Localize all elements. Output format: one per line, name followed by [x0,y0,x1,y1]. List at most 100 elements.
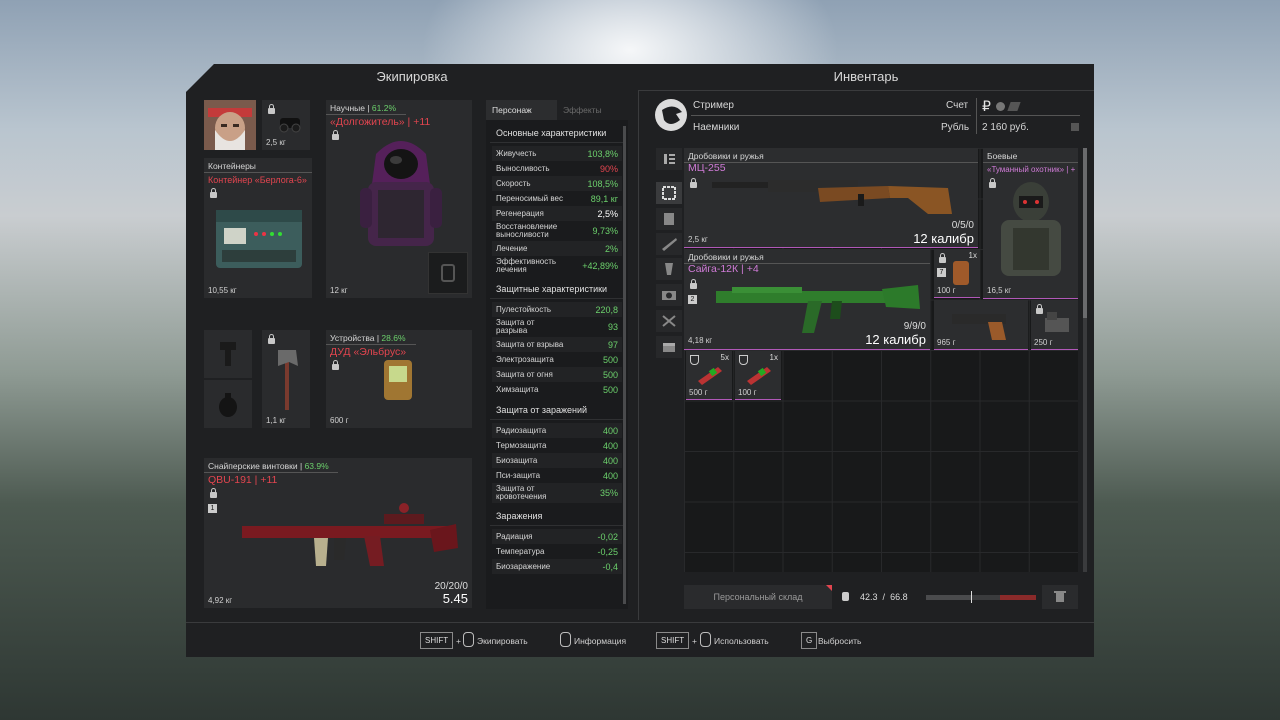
corner-marker [826,585,832,591]
personal-storage-button[interactable]: Персональный склад [684,585,832,609]
filter-weapons-button[interactable] [656,233,682,255]
container-weight: 10,55 кг [208,286,237,295]
filter-list-button[interactable] [656,148,682,170]
stat-name: Химзащита [496,384,539,394]
coin-icon[interactable] [996,102,1005,111]
stat-name: Защита от взрыва [496,339,564,349]
stats-section-title: Защитные характеристики [490,276,624,299]
item-category: Боевые [987,151,1018,161]
item-weight: 250 г [1034,338,1053,347]
filter-grid-button[interactable] [656,182,682,204]
device-slot[interactable]: Устройства | 28.6% ДУД «Эльбрус» 600 г [326,330,472,428]
item-weight: 500 г [689,388,708,397]
currency-label: Рубль [941,122,970,133]
item-small-1[interactable]: 5x 500 г [686,351,732,400]
item-caliber: 12 калибр [913,231,974,246]
stat-name: Термозащита [496,440,547,450]
stat-row: Живучесть 103,8% [492,146,622,161]
lock-icon [332,130,339,140]
item-consumable[interactable]: 1x 7 100 г [934,249,980,298]
filter-devices-button[interactable] [656,284,682,306]
item-small-2[interactable]: 1x 100 г [735,351,781,400]
lock-icon [268,104,275,114]
stat-name: Выносливость [496,163,550,173]
armor-suit-image [360,141,442,246]
stat-value: 2% [604,243,618,254]
account-divider [976,98,977,134]
tools-icon [662,315,676,327]
stat-row: Биозащита 400 [492,453,622,468]
filter-armor-button[interactable] [656,208,682,230]
stat-value: -0,02 [597,531,618,542]
item-weight: 16,5 кг [987,286,1012,295]
hint-use: Использовать [714,636,769,646]
stat-row: Пси-защита 400 [492,468,622,483]
item-shotgun-saiga[interactable]: Дробовики и ружья Сайга-12К | +4 2 9/9/0… [684,249,930,350]
flask-icon [665,263,673,275]
artifact-slot-2[interactable] [204,380,252,428]
equipment-title: Экипировка [376,69,448,84]
armor-module-slot[interactable] [428,252,468,294]
item-category: Дробовики и ружья [688,252,764,262]
ruble-icon[interactable]: ₽ [982,98,991,115]
item-device[interactable]: 250 г [1031,300,1078,350]
stat-name: Восстановление выносливости [496,222,558,239]
rocket-icon[interactable] [1007,102,1021,111]
filter-ammo-button[interactable] [656,258,682,280]
stat-row: Восстановление выносливости 9,73% [492,221,622,241]
melee-slot[interactable]: 1,1 кг [262,330,310,428]
item-weight: 965 г [937,338,956,347]
item-ammo: 0/5/0 [951,220,974,231]
trash-button[interactable] [1042,585,1078,609]
artifact-slot-1[interactable] [204,330,252,378]
armor-slot[interactable]: Научные | 61.2% «Долгожитель» | +11 12 к… [326,100,472,298]
item-shotgun-mts255[interactable]: Дробовики и ружья МЦ-255 0/5/0 12 калибр… [684,148,978,248]
stat-value: 400 [602,425,618,436]
stats-section-rows: Радиозащита 400 Термозащита 400 Биозащита 400… [486,420,628,503]
vest-icon [664,213,674,225]
item-name: «Туманный охотник» | +... [987,165,1075,174]
melee-weight: 1,1 кг [266,416,286,425]
item-category-underline [983,162,1078,163]
grid-icon [662,186,676,200]
stats-tabs: Персонаж Эффекты [486,100,628,120]
pistol-image [952,314,1006,340]
tab-character[interactable]: Персонаж [486,100,557,120]
head-slot[interactable]: 2,5 кг [262,100,310,150]
nightvision-icon [279,118,301,133]
stats-scrollbar[interactable] [623,126,626,604]
weight-bar-overload [1000,595,1036,600]
device-image [1045,312,1069,332]
stat-value: 90% [599,163,618,174]
primary-weapon-slot[interactable]: Снайперские винтовки | 63.9% QBU-191 | +… [204,458,472,608]
armor-category-underline [326,114,406,115]
character-portrait[interactable] [204,100,256,150]
container-image [216,210,302,268]
item-pistol[interactable]: 965 г [934,300,1028,350]
stat-name: Температура [496,546,545,556]
tab-effects[interactable]: Эффекты [557,100,628,120]
balance-info-icon[interactable] [1071,123,1079,131]
filter-tools-button[interactable] [656,310,682,332]
item-armor-mist-hunter[interactable]: Боевые «Туманный охотник» | +... 16,5 кг [983,148,1078,299]
stat-value: 400 [602,440,618,451]
stat-row: Радиозащита 400 [492,423,622,438]
stat-row: Защита от разрыва 93 [492,317,622,337]
stat-name: Эффективность лечения [496,257,557,274]
stat-row: Защита от огня 500 [492,367,622,382]
stat-name: Переносимый вес [496,193,563,203]
item-weight: 100 г [738,388,757,397]
inventory-scrollbar[interactable] [1083,148,1087,572]
lock-icon [690,279,697,289]
stat-name: Защита от кровотечения [496,484,547,501]
container-slot[interactable]: Контейнеры Контейнер «Берлога-6» 10,55 к… [204,158,312,298]
header-underline [638,90,1094,91]
stat-value: 97 [607,339,618,350]
axe-icon [278,350,298,410]
stimpack-icon [747,367,771,385]
stat-value: -0,25 [597,546,618,557]
filter-misc-button[interactable] [656,336,682,358]
rifle-image [242,503,458,566]
item-category: Дробовики и ружья [688,151,764,161]
lock-icon [210,488,217,498]
